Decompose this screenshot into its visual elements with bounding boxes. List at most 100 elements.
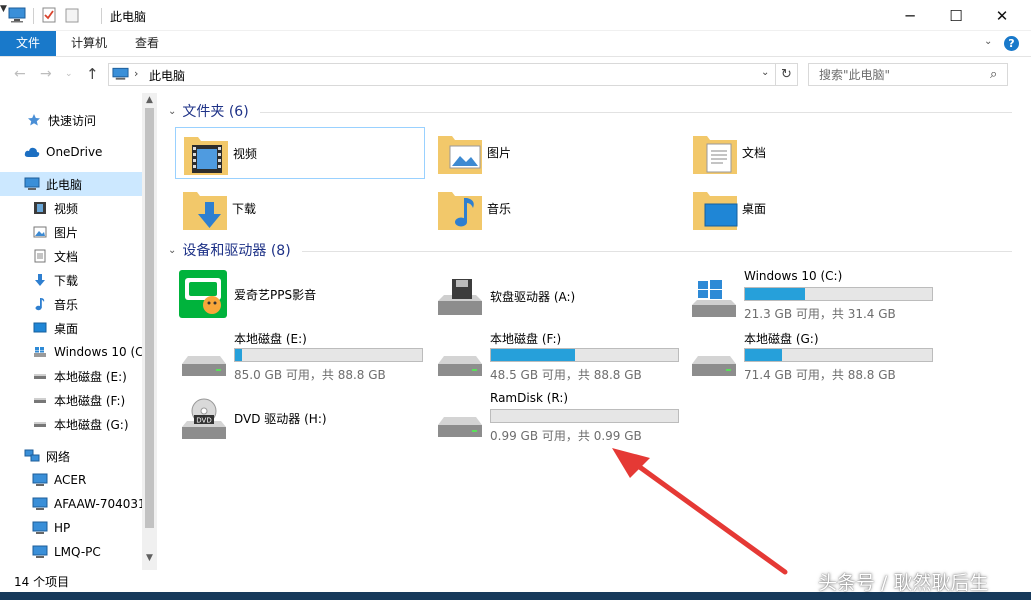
scroll-down-arrow-icon[interactable]: ▼ [142,553,157,563]
search-input[interactable] [809,64,984,85]
scrollbar-thumb[interactable] [145,108,154,528]
device-drive-f[interactable]: 本地磁盘 (F:) 48.5 GB 可用，共 88.8 GB [434,330,694,392]
new-folder-icon[interactable] [65,7,79,23]
folder-label: 视频 [233,147,258,161]
sidebar-item-lmq-pc[interactable]: LMQ-PC [0,540,142,564]
sidebar-scrollbar[interactable]: ▲ ▼ [142,93,157,570]
minimize-button[interactable]: ─ [887,0,933,31]
windows-drive-icon [692,280,736,317]
sidebar-item-label: 本地磁盘 (F:) [54,393,126,408]
sidebar-item-downloads[interactable]: 下载 [0,268,142,292]
sidebar-item-label: AFAAW-704031 [54,497,142,511]
group-header-folders[interactable]: ⌄ 文件夹 (6) [168,100,249,122]
capacity-bar-fill [235,349,243,361]
sidebar-item-videos[interactable]: 视频 [0,196,142,220]
title-separator [101,8,102,24]
folder-tile-documents[interactable]: 文档 [685,127,935,179]
device-name: 本地磁盘 (F:) [490,332,562,346]
device-drive-c[interactable]: Windows 10 (C:) 21.3 GB 可用，共 31.4 GB [688,269,948,331]
sidebar-item-acer[interactable]: ACER [0,468,142,492]
device-iqiyi[interactable]: 爱奇艺PPS影音 [178,269,428,331]
sidebar-item-music[interactable]: 音乐 [0,292,142,316]
sidebar-item-drive-g[interactable]: 本地磁盘 (G:) [0,412,142,436]
breadcrumb[interactable]: 此电脑 [149,67,185,84]
computer-icon [32,544,48,560]
address-dropdown-icon[interactable]: ⌄ [761,67,769,78]
capacity-bar [744,287,933,301]
sidebar-item-drive-c[interactable]: Windows 10 (C [0,340,142,364]
computer-icon [32,520,48,536]
document-icon [32,248,48,264]
hard-drive-icon [438,417,482,437]
sidebar-item-label: 下载 [54,273,79,288]
tab-file[interactable]: 文件 [0,31,56,56]
folder-label: 桌面 [742,202,767,216]
sidebar-item-label: LMQ-PC [54,545,101,559]
breadcrumb-chevron-icon[interactable]: › [134,67,138,80]
up-arrow-icon[interactable]: ↑ [86,65,99,83]
sidebar-item-this-pc[interactable]: 此电脑 [0,172,142,196]
device-drive-e[interactable]: 本地磁盘 (E:) 85.0 GB 可用，共 88.8 GB [178,330,438,392]
device-floppy-a[interactable]: 软盘驱动器 (A:) [434,269,684,331]
search-icon[interactable]: ⌕ [990,67,997,82]
sidebar-item-drive-f[interactable]: 本地磁盘 (F:) [0,388,142,412]
sidebar-item-hp[interactable]: HP [0,516,142,540]
collapse-chevron-icon[interactable]: ⌄ [168,245,176,256]
free-space-text: 85.0 GB 可用，共 88.8 GB [234,368,386,382]
svg-text:DVD: DVD [196,417,211,425]
capacity-bar [744,348,933,362]
free-space-text: 21.3 GB 可用，共 31.4 GB [744,307,896,321]
sidebar-item-drive-e[interactable]: 本地磁盘 (E:) [0,364,142,388]
forward-arrow-icon[interactable]: → [40,66,52,82]
drive-icon [32,392,48,408]
sidebar-item-afaaw[interactable]: AFAAW-704031 [0,492,142,516]
device-name: 本地磁盘 (E:) [234,332,307,346]
device-dvd-h[interactable]: DVD DVD 驱动器 (H:) [178,391,428,453]
device-ramdisk-r[interactable]: RamDisk (R:) 0.99 GB 可用，共 0.99 GB [434,391,694,453]
recent-locations-chevron-icon[interactable]: ⌄ [65,69,73,79]
maximize-button[interactable]: ☐ [933,0,979,31]
address-bar[interactable]: › 此电脑 ⌄ [108,63,776,86]
sidebar-item-documents[interactable]: 文档 [0,244,142,268]
watermark: 头条号 / 耿然耿后生 [818,572,989,594]
sidebar-item-label: 快速访问 [48,113,97,128]
folder-tile-pictures[interactable]: 图片 [430,127,680,179]
folder-label: 文档 [742,146,767,160]
tab-computer[interactable]: 计算机 [62,31,116,56]
properties-icon[interactable] [42,7,56,23]
dvd-drive-icon: DVD [182,398,226,439]
sidebar-item-quick-access[interactable]: 快速访问 [0,108,142,132]
content-scrollbar[interactable] [1012,93,1031,570]
scroll-up-arrow-icon[interactable]: ▲ [142,95,157,105]
sidebar-item-network[interactable]: 网络 [0,444,142,468]
sidebar-item-label: HP [54,521,71,535]
folder-tile-desktop[interactable]: 桌面 [685,183,935,235]
music-icon [32,296,48,312]
close-button[interactable]: ✕ [979,0,1025,31]
capacity-bar-fill [491,349,576,361]
hard-drive-icon [692,356,736,376]
search-box[interactable]: ⌕ [808,63,1008,86]
quick-access-dropdown-icon[interactable]: ▼ [0,4,7,14]
tab-view[interactable]: 查看 [124,31,170,56]
device-drive-g[interactable]: 本地磁盘 (G:) 71.4 GB 可用，共 88.8 GB [688,330,948,392]
help-icon[interactable]: ? [1004,36,1019,51]
sidebar-item-pictures[interactable]: 图片 [0,220,142,244]
back-arrow-icon[interactable]: ← [14,66,26,82]
sidebar-item-desktop[interactable]: 桌面 [0,316,142,340]
quick-access-separator [33,8,34,24]
desktop-folder-icon [693,192,738,230]
video-icon [32,200,48,216]
computer-icon [24,176,40,192]
sidebar-item-onedrive[interactable]: OneDrive [0,140,142,164]
folder-tile-downloads[interactable]: 下载 [175,183,425,235]
ribbon-expand-chevron-icon[interactable]: ⌄ [984,36,992,47]
folder-tile-music[interactable]: 音乐 [430,183,680,235]
collapse-chevron-icon[interactable]: ⌄ [168,106,176,117]
sidebar-item-label: 网络 [46,449,71,464]
group-header-devices[interactable]: ⌄ 设备和驱动器 (8) [168,239,291,261]
refresh-button[interactable]: ↻ [776,63,798,86]
computer-icon[interactable] [8,7,26,23]
capacity-bar [490,348,679,362]
folder-tile-videos[interactable]: 视频 [175,127,425,179]
